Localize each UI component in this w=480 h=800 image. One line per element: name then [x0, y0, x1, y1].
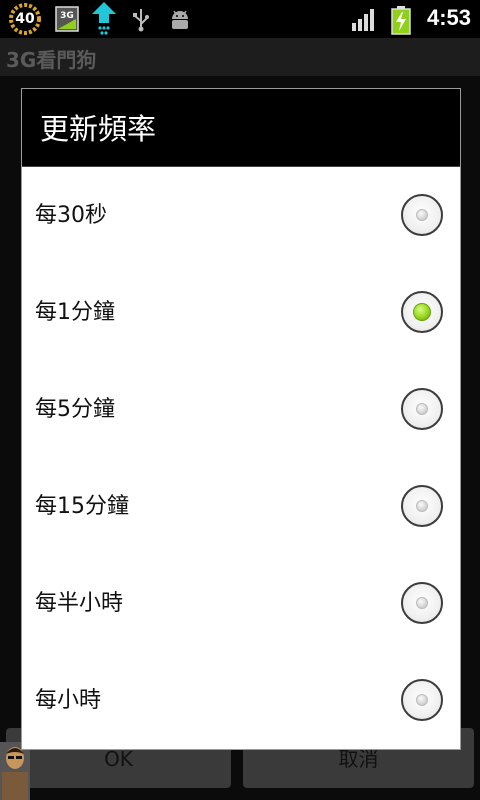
- radio-button[interactable]: [401, 194, 443, 236]
- option-row[interactable]: 每15分鐘: [22, 458, 460, 556]
- 3g-data-icon: 3G: [55, 6, 79, 32]
- radio-dot-icon: [416, 597, 428, 609]
- android-debug-icon: [172, 10, 188, 29]
- usb-icon: [133, 9, 149, 32]
- option-row[interactable]: 每1分鐘: [22, 264, 460, 362]
- option-row[interactable]: 每5分鐘: [22, 361, 460, 459]
- dialog-title: 更新頻率: [22, 89, 460, 167]
- option-label: 每小時: [35, 688, 102, 713]
- option-row[interactable]: 每30秒: [22, 167, 460, 265]
- status-bar: 40 3G 4:53: [0, 0, 480, 38]
- radio-button[interactable]: [401, 582, 443, 624]
- clock: 4:53: [426, 5, 471, 30]
- radio-dot-icon: [413, 303, 431, 321]
- battery-level: 40: [15, 11, 35, 27]
- option-label: 每5分鐘: [35, 397, 115, 422]
- radio-dot-icon: [416, 694, 428, 706]
- option-row[interactable]: 每小時: [22, 652, 460, 749]
- app-title: 3G看門狗: [6, 48, 97, 72]
- update-frequency-dialog: 更新頻率 每30秒 每1分鐘 每5分鐘 每15分鐘 每半小時 每小時: [21, 88, 461, 750]
- option-label: 每15分鐘: [35, 494, 129, 519]
- radio-button[interactable]: [401, 679, 443, 721]
- radio-dot-icon: [416, 209, 428, 221]
- signal-bars-icon: [352, 9, 374, 31]
- option-label: 每半小時: [35, 591, 124, 616]
- radio-dot-icon: [416, 403, 428, 415]
- option-label: 每1分鐘: [35, 300, 115, 325]
- radio-button-selected[interactable]: [401, 291, 443, 333]
- radio-dot-icon: [416, 500, 428, 512]
- radio-button[interactable]: [401, 485, 443, 527]
- battery-charging-icon: [391, 6, 411, 35]
- radio-button[interactable]: [401, 388, 443, 430]
- option-label: 每30秒: [35, 203, 107, 228]
- network-badge: 3G: [60, 11, 74, 21]
- option-row[interactable]: 每半小時: [22, 555, 460, 653]
- avatar: [0, 742, 30, 800]
- upload-arrow-icon: [92, 2, 116, 35]
